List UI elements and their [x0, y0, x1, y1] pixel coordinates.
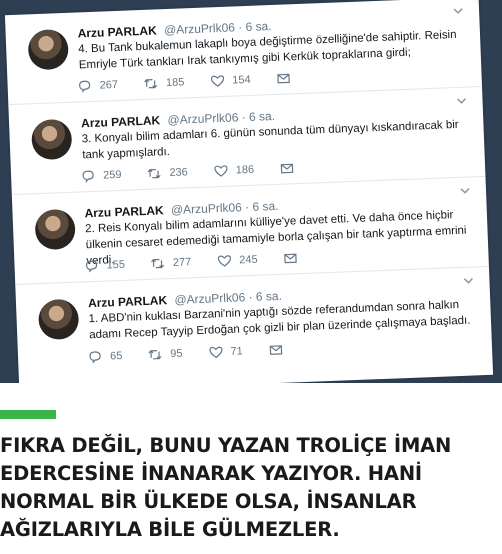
like-count: 154	[232, 73, 251, 87]
like-icon	[208, 346, 223, 359]
like-icon	[217, 255, 231, 267]
avatar[interactable]	[37, 298, 80, 341]
retweet-icon	[147, 168, 161, 179]
reply-count: 65	[109, 349, 123, 363]
tweet-screenshot-photo: Arzu PARLAK @ArzuPrlk06 · 6 sa. 4. Bu Ta…	[0, 0, 502, 383]
like-count: 71	[230, 345, 243, 358]
avatar[interactable]	[27, 28, 70, 71]
retweet-count: 95	[170, 347, 183, 361]
reply-icon	[82, 170, 94, 183]
retweet-button[interactable]: 95	[148, 347, 183, 362]
retweet-count: 185	[165, 76, 185, 90]
dm-icon	[277, 73, 290, 84]
tweet-card[interactable]: Arzu PARLAK @ArzuPrlk06 · 6 sa. 1. ABD'n…	[15, 267, 492, 375]
accent-bar	[0, 410, 56, 419]
dm-icon	[280, 163, 294, 174]
tweet-list: Arzu PARLAK @ArzuPrlk06 · 6 sa. 4. Bu Ta…	[4, 0, 494, 383]
reply-button[interactable]: 155	[84, 258, 125, 274]
caption-line: EDERCESİNE İNANARAK YAZIYOR. HANİ	[0, 462, 422, 485]
retweet-count: 277	[172, 256, 192, 269]
retweet-icon	[151, 258, 165, 269]
dm-icon	[284, 253, 297, 264]
dm-button[interactable]	[268, 343, 291, 358]
dm-button[interactable]	[283, 251, 306, 266]
chevron-down-icon[interactable]	[458, 183, 473, 198]
reply-count: 267	[99, 78, 119, 92]
like-button[interactable]: 71	[208, 344, 243, 359]
retweet-icon	[148, 350, 162, 360]
retweet-count: 236	[169, 166, 189, 180]
retweet-button[interactable]: 236	[147, 165, 188, 181]
retweet-button[interactable]: 185	[144, 75, 185, 91]
like-button[interactable]: 186	[214, 163, 255, 179]
reply-icon	[79, 80, 91, 93]
reply-button[interactable]: 259	[81, 168, 122, 184]
retweet-button[interactable]: 277	[151, 255, 192, 271]
like-icon	[210, 75, 224, 87]
reply-icon	[89, 351, 101, 364]
tweet-actions: 65 95 71	[88, 342, 317, 365]
reply-count: 155	[106, 258, 126, 272]
retweet-icon	[144, 78, 158, 89]
caption-line: NORMAL BİR ÜLKEDE OLSA, İNSANLAR	[0, 490, 417, 513]
avatar[interactable]	[30, 118, 73, 161]
reply-icon	[85, 260, 98, 273]
like-count: 245	[238, 253, 258, 267]
reply-button[interactable]: 267	[77, 78, 118, 94]
chevron-down-icon[interactable]	[454, 94, 469, 109]
like-button[interactable]: 154	[210, 73, 251, 89]
caption-text: FIKRA DEĞİL, BUNU YAZAN TROLİÇE İMAN EDE…	[0, 432, 480, 544]
dm-button[interactable]	[280, 161, 303, 176]
like-icon	[214, 165, 228, 177]
caption-line: FIKRA DEĞİL, BUNU YAZAN TROLİÇE İMAN	[0, 434, 452, 457]
tweet-actions: 259 236 186	[81, 160, 328, 183]
tweet-actions: 267 185 154	[77, 70, 324, 93]
like-button[interactable]: 245	[217, 253, 258, 269]
caption-line: AĞIZLARIYLA BİLE GÜLMEZLER.	[0, 518, 340, 541]
reply-button[interactable]: 65	[88, 349, 123, 364]
dm-icon	[269, 345, 282, 355]
avatar[interactable]	[34, 208, 76, 251]
dm-button[interactable]	[276, 71, 299, 86]
like-count: 186	[235, 163, 255, 177]
chevron-down-icon[interactable]	[461, 273, 476, 288]
chevron-down-icon[interactable]	[451, 4, 466, 19]
reply-count: 259	[102, 168, 122, 182]
